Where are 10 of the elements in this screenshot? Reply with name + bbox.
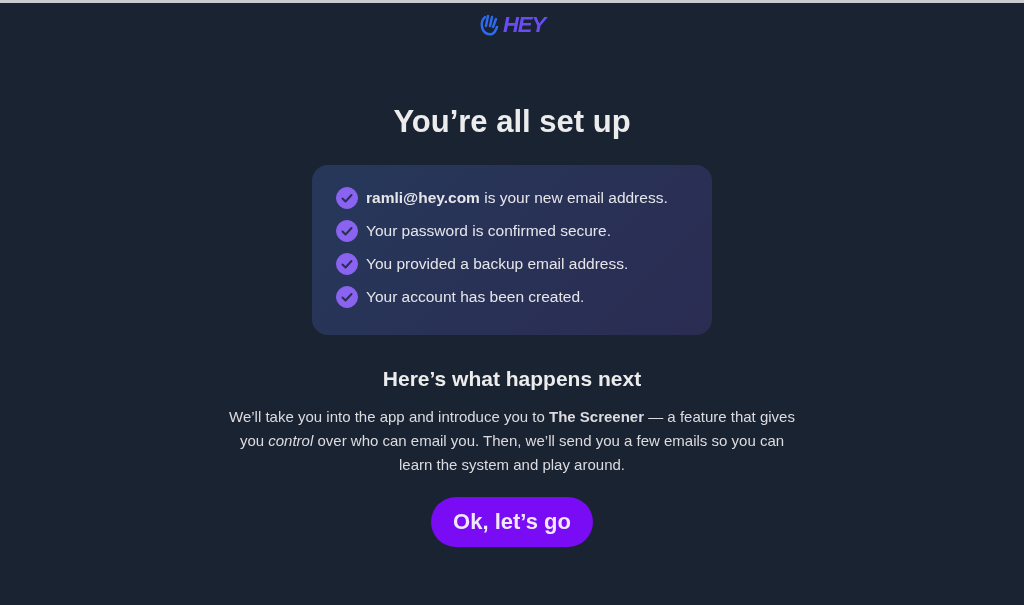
checklist-item: ramli@hey.com is your new email address. [366,189,668,207]
logo: HEY [502,12,546,38]
description: We’ll take you into the app and introduce you to The Screener — a feature that gives you control over who can email you. Then, we’ll send you a few emails so you can learn the system and play around. [228,407,796,475]
section-heading: Here’s what happens next [382,366,642,392]
checklist-item: You provided a backup email address. [366,255,629,273]
hand-icon [478,13,501,37]
continue-button[interactable]: Ok, let’s go [431,497,593,547]
page-title: You’re all set up [393,103,631,141]
checklist-item: Your password is confirmed secure. [366,222,611,240]
checklist-item: Your account has been created. [366,288,585,306]
